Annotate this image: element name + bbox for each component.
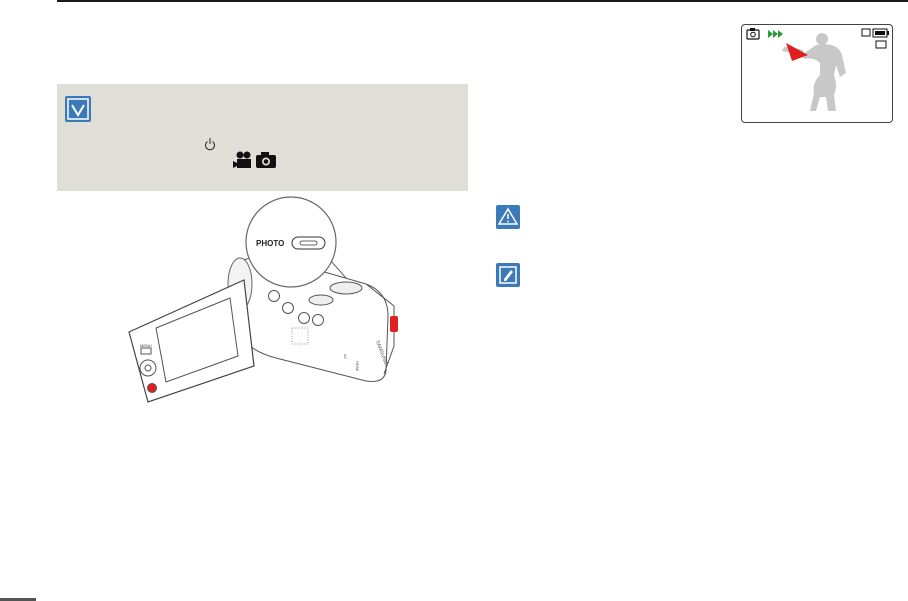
photo-label: PHOTO bbox=[256, 239, 284, 248]
camera-icon bbox=[746, 28, 760, 40]
note-box bbox=[57, 84, 468, 191]
power-icon bbox=[205, 138, 215, 151]
card-icon bbox=[861, 28, 871, 37]
video-mode-icon bbox=[233, 151, 251, 168]
top-rule bbox=[57, 0, 908, 2]
menu-label: MENU bbox=[140, 343, 152, 348]
port-label-hdmi: HDMI bbox=[355, 361, 360, 371]
caution-icon bbox=[496, 205, 520, 229]
photo-mode-icon bbox=[256, 152, 276, 168]
mode-icons bbox=[233, 151, 276, 168]
memo-icon bbox=[496, 263, 520, 287]
play-speed-icon bbox=[768, 30, 783, 38]
check-icon bbox=[65, 96, 91, 122]
dancer-silhouette bbox=[782, 33, 846, 111]
resolution-icon bbox=[875, 40, 887, 49]
lcd-preview bbox=[741, 24, 893, 123]
camcorder-illustration: SAMSUNG AV HDMI MENU PHOTO bbox=[128, 196, 398, 403]
port-label-av: AV bbox=[343, 354, 348, 359]
